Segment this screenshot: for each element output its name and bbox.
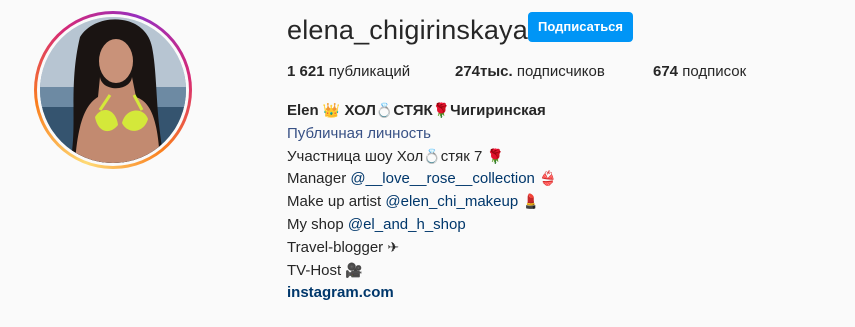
name-part: СТЯК	[393, 102, 433, 119]
bio-text: Make up artist	[287, 193, 386, 211]
bio-line-show: Участница шоу Хол💍стяк 7 🌹	[287, 146, 557, 169]
airplane-icon: ✈	[387, 239, 400, 256]
bio-text: My shop	[287, 215, 348, 233]
followers-label: подписчиков	[512, 63, 605, 80]
follow-button[interactable]: Подписаться	[528, 12, 634, 42]
avatar[interactable]	[40, 17, 186, 163]
following-stat[interactable]: 674 подписок	[653, 62, 746, 82]
mention-link[interactable]: @__love__rose__collection	[350, 170, 535, 187]
following-count: 674	[653, 63, 679, 80]
name-part: ХОЛ	[340, 102, 376, 119]
avatar-photo	[40, 17, 186, 163]
story-ring[interactable]	[34, 11, 192, 169]
bio-line-manager: Manager @__love__rose__collection 👙	[287, 168, 557, 191]
camera-icon: 🎥	[345, 262, 363, 279]
rose-icon: 🌹	[432, 103, 451, 119]
followers-count: 274тыс.	[455, 63, 513, 80]
bio-text: Manager	[287, 170, 351, 188]
website-link[interactable]: instagram.com	[287, 284, 394, 301]
followers-stat[interactable]: 274тыс. подписчиков	[455, 62, 605, 82]
name-part: Чигиринская	[450, 102, 546, 119]
posts-stat: 1 621 публикаций	[287, 62, 410, 82]
mention-link[interactable]: @el_and_h_shop	[348, 216, 466, 233]
name-part: Elen	[287, 102, 323, 119]
username: elena_chigirinskaya	[287, 15, 528, 45]
lipstick-icon: 💄	[522, 194, 540, 211]
profile-header: elena_chigirinskaya Подписаться 1 621 пу…	[0, 0, 855, 327]
rose-icon: 🌹	[486, 148, 504, 165]
bikini-icon: 👙	[539, 171, 557, 188]
posts-label: публикаций	[324, 63, 411, 80]
bio-line-shop: My shop @el_and_h_shop	[287, 214, 557, 237]
bio-text: стяк 7	[440, 147, 487, 165]
category-label: Публичная личность	[287, 124, 431, 142]
bio-line-tv: TV-Host 🎥	[287, 260, 557, 283]
full-name: Elen 👑 ХОЛ💍СТЯК🌹Чигиринская	[287, 100, 557, 123]
crown-icon: 👑	[322, 103, 341, 119]
following-label: подписок	[678, 63, 747, 80]
bio: Elen 👑 ХОЛ💍СТЯК🌹Чигиринская Публичная ли…	[287, 100, 557, 305]
bio-text: Travel-blogger	[287, 238, 388, 256]
bio-line-makeup: Make up artist @elen_chi_makeup 💄	[287, 191, 557, 214]
bio-text: Участница шоу Хол	[287, 147, 424, 165]
ring-icon: 💍	[423, 148, 441, 165]
posts-count: 1 621	[287, 63, 325, 80]
website-line: instagram.com	[287, 282, 557, 305]
bio-text: TV-Host	[287, 261, 346, 279]
mention-link[interactable]: @elen_chi_makeup	[385, 193, 518, 210]
bio-line-travel: Travel-blogger ✈	[287, 237, 557, 260]
ring-icon: 💍	[375, 103, 394, 119]
